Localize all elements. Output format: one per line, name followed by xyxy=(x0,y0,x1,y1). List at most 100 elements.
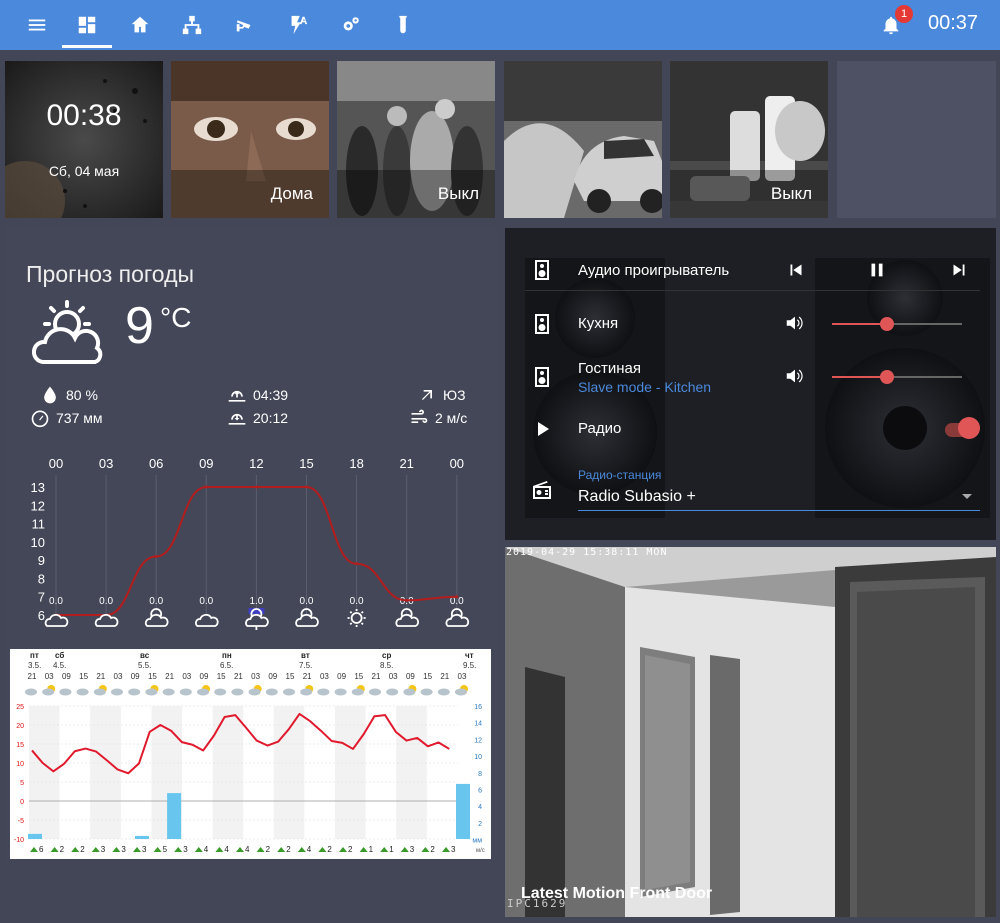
menu-icon[interactable] xyxy=(22,10,52,40)
slider-knob[interactable] xyxy=(879,317,894,331)
laundry-tile[interactable]: Выкл xyxy=(670,61,828,218)
wedding-tile[interactable]: Выкл xyxy=(337,61,495,218)
radio-toggle[interactable] xyxy=(958,417,980,439)
top-app-bar: 1 00:37 xyxy=(0,0,1000,50)
hour-tick-label: 09 xyxy=(199,456,213,471)
previous-track-button[interactable] xyxy=(785,259,807,281)
temperature-point xyxy=(254,485,258,489)
y-tick-label: 10 xyxy=(31,535,45,550)
kitchen-volume-slider[interactable] xyxy=(832,317,962,331)
y-tick-label: 6 xyxy=(38,608,45,623)
tile-caption: Дома xyxy=(270,184,313,203)
hour-tick-label: 06 xyxy=(149,456,163,471)
temperature-tick: 0 xyxy=(20,799,24,806)
hour-label: 09 xyxy=(337,672,346,681)
tile-caption-bar: Выкл xyxy=(337,170,495,218)
background-band xyxy=(212,706,244,839)
hour-label: 09 xyxy=(268,672,277,681)
background-band xyxy=(29,706,60,839)
camera-feed[interactable]: 2019-04-29 15:38:11 MON IPC1629 Latest M… xyxy=(505,547,996,917)
cloud-icon xyxy=(214,688,227,696)
wind-speed-label: 3 xyxy=(142,845,147,854)
network-icon[interactable] xyxy=(177,10,207,40)
settings-icon[interactable] xyxy=(336,10,366,40)
temperature-point xyxy=(154,554,158,558)
precipitation-bar xyxy=(167,793,182,839)
pressure-row: 737 мм xyxy=(30,408,103,428)
precipitation-tick: 10 xyxy=(474,754,482,761)
y-tick-label: 11 xyxy=(32,517,46,532)
date-label: 4.5. xyxy=(53,661,66,670)
sunrise-icon xyxy=(228,390,246,402)
precipitation-label: 0.0 xyxy=(199,596,213,607)
temperature-tick: 5 xyxy=(20,780,24,787)
wind-speed-label: 4 xyxy=(245,845,250,854)
tile-caption: Выкл xyxy=(437,184,479,203)
living-room-volume-slider[interactable] xyxy=(832,370,962,384)
wind-speed-label: 2 xyxy=(266,845,271,854)
station-select[interactable]: Radio Subasio + xyxy=(578,488,696,506)
precipitation-tick: мм xyxy=(472,838,482,845)
day-label: сб xyxy=(55,651,64,660)
temperature-tick: 15 xyxy=(16,742,24,749)
temperature-point xyxy=(305,485,308,489)
empty-tile xyxy=(837,61,996,218)
hour-label: 15 xyxy=(286,672,295,681)
speaker-icon xyxy=(530,312,554,336)
temperature-point xyxy=(455,595,459,599)
temperature-tick: 10 xyxy=(16,761,24,768)
wind-speed-label: 3 xyxy=(410,845,415,854)
hour-label: 15 xyxy=(354,672,363,681)
flash-auto-icon[interactable] xyxy=(283,10,313,40)
wind-speed-label: 5 xyxy=(163,845,168,854)
next-track-button[interactable] xyxy=(948,259,970,281)
cloud-icon xyxy=(162,688,175,696)
y-tick-label: 7 xyxy=(38,590,45,605)
dashboard-icon[interactable] xyxy=(72,10,102,40)
hour-label: 21 xyxy=(234,672,243,681)
sunrise-row: 04:39 xyxy=(227,385,288,405)
pause-button[interactable] xyxy=(866,259,888,281)
slider-fill xyxy=(832,376,887,378)
hour-label: 15 xyxy=(423,672,432,681)
wind-speed-label: 2 xyxy=(430,845,435,854)
temperature-point xyxy=(355,562,359,566)
speaker-icon xyxy=(530,365,554,389)
wind-speed-label: 2 xyxy=(327,845,332,854)
y-tick-label: 12 xyxy=(31,498,45,513)
wind-direction-value: ЮЗ xyxy=(443,387,466,403)
slider-knob[interactable] xyxy=(879,370,894,384)
wind-speed-label: 1 xyxy=(369,845,374,854)
cctv-icon[interactable] xyxy=(230,10,260,40)
select-underline xyxy=(578,510,980,511)
header-clock: 00:37 xyxy=(928,12,979,34)
hour-tick-label: 03 xyxy=(99,456,113,471)
day-label: вт xyxy=(301,651,310,660)
camera-title: Latest Motion Front Door xyxy=(521,885,713,902)
precipitation-label: 0.0 xyxy=(350,596,364,607)
precipitation-tick: 12 xyxy=(474,737,482,744)
temperature-unit: °C xyxy=(160,302,192,333)
presence-tile[interactable]: Дома xyxy=(171,61,329,218)
chevron-down-icon[interactable] xyxy=(962,494,972,499)
car-tile[interactable] xyxy=(504,61,662,218)
home-icon[interactable] xyxy=(125,10,155,40)
wind-speed-label: 4 xyxy=(307,845,312,854)
hour-label: 21 xyxy=(28,672,37,681)
hour-label: 21 xyxy=(96,672,105,681)
volume-icon[interactable] xyxy=(784,312,806,334)
play-icon xyxy=(530,417,554,441)
current-temperature: 9 xyxy=(125,297,154,355)
radio-icon xyxy=(530,478,554,502)
clock-tile[interactable]: 00:38 Сб, 04 мая xyxy=(5,61,163,218)
media-player-card: Аудио проигрыватель Кухня Гостиная Slave… xyxy=(505,228,996,540)
precipitation-label: 0.0 xyxy=(99,596,113,607)
precipitation-tick: 8 xyxy=(478,771,482,778)
sunset-value: 20:12 xyxy=(253,410,289,426)
volume-icon[interactable] xyxy=(784,365,806,387)
hour-label: 09 xyxy=(131,672,140,681)
temperature-tick: 20 xyxy=(16,723,24,730)
test-tube-icon[interactable] xyxy=(388,10,418,40)
cloud-icon xyxy=(317,688,330,696)
hour-label: 21 xyxy=(372,672,381,681)
